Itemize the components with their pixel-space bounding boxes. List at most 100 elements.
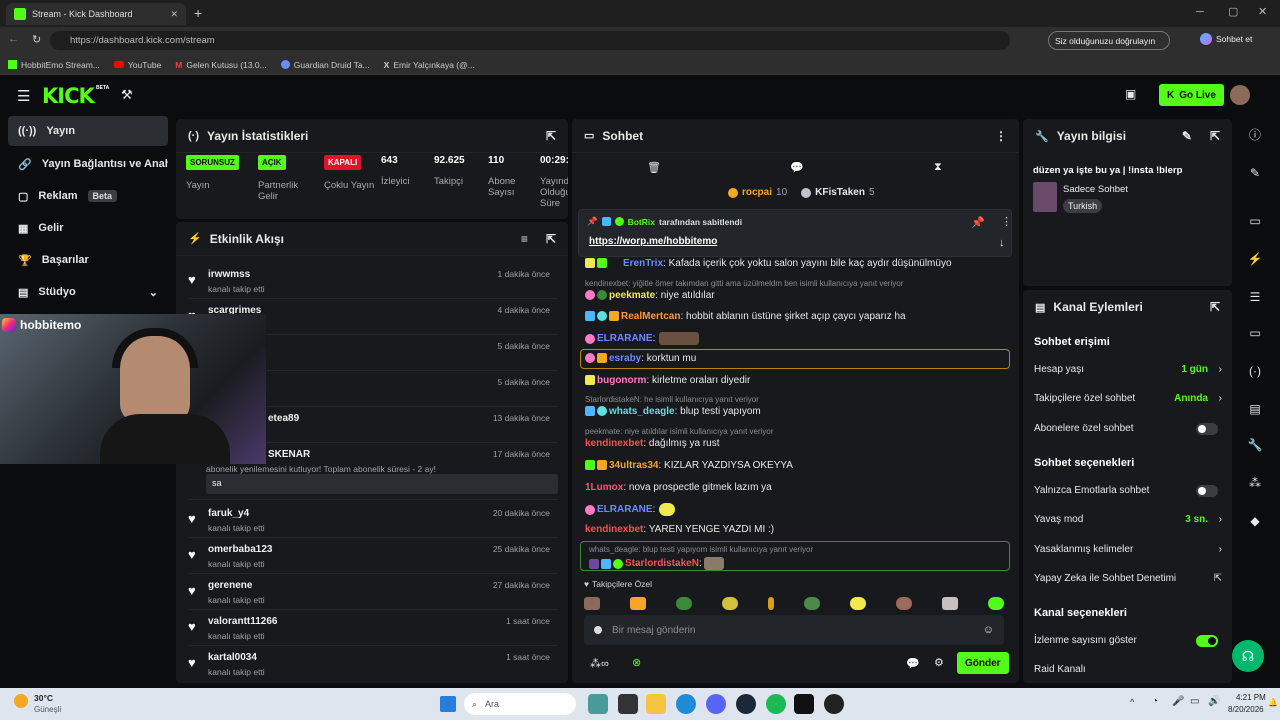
wifi-icon[interactable]: ◔ [1152, 696, 1158, 707]
bookmark-item[interactable]: HobbitEmo Stream... [8, 60, 100, 70]
close-window-icon[interactable]: ✕ [1258, 5, 1267, 18]
emote-icon[interactable] [850, 596, 866, 610]
more-options-icon[interactable]: ⋮ [995, 129, 1007, 143]
popout-icon[interactable]: ⇱ [1210, 129, 1220, 143]
list-icon[interactable]: ☰ [1242, 284, 1268, 310]
spotify-icon[interactable] [766, 694, 786, 714]
discord-icon[interactable] [706, 694, 726, 714]
unpin-icon[interactable]: 📌 [971, 216, 985, 229]
file-explorer-icon[interactable] [646, 694, 666, 714]
bookmark-item[interactable]: M Gelen Kutusu (13.0... [175, 60, 266, 70]
screen-icon[interactable]: ▭ [1242, 208, 1268, 234]
sidebar-item-basarilar[interactable]: 🏆 Başarılar [8, 245, 168, 275]
hourglass-icon[interactable]: ⧗ [934, 161, 942, 174]
wrench-icon[interactable]: 🔧 [1242, 432, 1268, 458]
language-tag[interactable]: Turkish [1063, 199, 1103, 213]
emote-icon[interactable] [896, 596, 912, 610]
volume-icon[interactable]: 🔊 [1208, 696, 1220, 707]
emote-icon[interactable] [630, 596, 646, 610]
weather-temp[interactable]: 30°C [34, 693, 53, 703]
emoji-icon[interactable]: ☺ [983, 624, 994, 636]
menu-icon[interactable]: ☰ [17, 87, 30, 105]
filter-icon[interactable]: ≡ [521, 232, 528, 246]
chat-input[interactable]: Bir mesaj gönderin ☺ [584, 615, 1004, 645]
chat-settings-bubble-icon[interactable]: 💬 [906, 657, 920, 670]
verify-profile-button[interactable]: Siz olduğunuzu doğrulayın [1048, 31, 1170, 50]
sidebar-item-studyo[interactable]: ▤ Stüdyo ⌄ [8, 277, 168, 307]
share-icon[interactable]: ⁂ [1242, 470, 1268, 496]
sidebar-item-gelir[interactable]: ▦ Gelir [8, 213, 168, 243]
category-name[interactable]: Sadece Sohbet [1063, 184, 1128, 195]
emote-icon[interactable] [584, 596, 600, 610]
edit-icon[interactable]: ✎ [1242, 160, 1268, 186]
bookmark-item[interactable]: Guardian Druid Ta... [280, 60, 370, 70]
bookmark-item[interactable]: X Emir Yalçınkaya (@... [384, 60, 475, 70]
slow-mode-row[interactable]: Yavaş mod 3 sn. › [1034, 514, 1224, 525]
subs-chat-toggle[interactable] [1196, 423, 1218, 435]
app-icon[interactable] [588, 694, 608, 714]
channel-icon[interactable]: ▤ [1242, 396, 1268, 422]
popout-icon[interactable]: ⇱ [546, 129, 556, 143]
emote-icon[interactable] [722, 596, 738, 610]
url-field[interactable]: https://dashboard.kick.com/stream [50, 31, 1010, 50]
kick-emote-icon[interactable]: ⊗ [632, 656, 641, 669]
account-age-row[interactable]: Hesap yaşı 1 gün › [1034, 364, 1224, 375]
emote-icon[interactable] [768, 596, 774, 610]
kick-logo[interactable]: KICK [42, 84, 95, 108]
maximize-icon[interactable]: ▢ [1228, 5, 1238, 18]
show-viewers-toggle[interactable] [1196, 635, 1218, 647]
windows-start-icon[interactable] [440, 696, 456, 712]
browser-tab[interactable]: Stream - Kick Dashboard ✕ [6, 3, 186, 25]
gear-icon[interactable]: ⚙ [934, 656, 944, 669]
clock-date[interactable]: 8/20/2026 [1228, 705, 1264, 714]
people-icon[interactable]: ⁂∞ [590, 657, 609, 670]
banned-words-row[interactable]: Yasaklanmış kelimeler › [1034, 544, 1224, 555]
new-tab-icon[interactable]: + [194, 5, 202, 21]
ai-moderation-row[interactable]: Yapay Zeka ile Sohbet Denetimi ⇱ [1034, 573, 1224, 584]
pinned-link[interactable]: https://worp.me/hobbitemo [589, 236, 717, 247]
app-icon[interactable] [618, 694, 638, 714]
emote-icon[interactable] [676, 596, 692, 610]
tray-chevron-icon[interactable]: ^ [1130, 697, 1134, 707]
emote-icon[interactable] [804, 596, 820, 610]
bolt-icon[interactable]: ⚡ [1242, 246, 1268, 272]
app-icon[interactable] [794, 694, 814, 714]
steam-icon[interactable] [736, 694, 756, 714]
taskbar-search[interactable]: ⌕ Ara [464, 693, 576, 715]
reload-icon[interactable]: ↻ [32, 33, 41, 46]
emote-icon[interactable] [942, 596, 958, 610]
expand-down-icon[interactable]: ↓ [999, 237, 1005, 249]
back-icon[interactable]: ← [8, 33, 19, 45]
bookmark-item[interactable]: YouTube [113, 60, 161, 70]
clock-time[interactable]: 4:21 PM [1236, 693, 1266, 702]
obs-icon[interactable] [824, 694, 844, 714]
pin-tool-icon[interactable]: ⚒ [121, 87, 133, 103]
sidebar-item-reklam[interactable]: ▢ Reklam Beta [8, 181, 168, 211]
sidebar-item-yayin[interactable]: ((·)) Yayın [8, 116, 168, 146]
support-button[interactable]: ☊ [1232, 640, 1264, 672]
chat-bubble-icon[interactable]: 💬 [790, 161, 804, 174]
go-live-button[interactable]: K Go Live [1159, 84, 1224, 106]
popout-icon[interactable]: ⇱ [546, 232, 556, 246]
raid-channel-row[interactable]: Raid Kanalı [1034, 664, 1224, 675]
send-button[interactable]: Gönder [957, 652, 1009, 674]
trash-icon[interactable]: 🗑 [647, 161, 661, 174]
info-icon[interactable]: ⓘ [1242, 122, 1268, 148]
broadcast-icon[interactable]: (·) [1242, 358, 1268, 384]
popout-icon[interactable]: ⇱ [1210, 300, 1220, 314]
edge-browser-icon[interactable] [676, 694, 696, 714]
sidebar-item-stream-key[interactable]: 🔗 Yayın Bağlantısı ve Anahtarı [8, 149, 178, 179]
avatar[interactable] [1230, 85, 1250, 105]
minimize-icon[interactable]: ─ [1196, 6, 1204, 18]
microphone-icon[interactable]: 🎤 [1172, 696, 1184, 707]
tag-icon[interactable]: ◆ [1242, 508, 1268, 534]
emote-icon[interactable] [988, 596, 1004, 610]
chat-icon[interactable]: ▭ [1242, 320, 1268, 346]
close-tab-icon[interactable]: ✕ [170, 9, 178, 20]
edit-icon[interactable]: ✎ [1182, 129, 1192, 143]
followers-chat-row[interactable]: Takipçilere özel sohbet Anında › [1034, 393, 1224, 404]
pinned-more-icon[interactable]: ⋮ [1001, 215, 1012, 228]
emote-only-toggle[interactable] [1196, 485, 1218, 497]
screen-icon[interactable]: ▣ [1125, 87, 1136, 101]
network-icon[interactable]: ▭ [1190, 696, 1199, 707]
